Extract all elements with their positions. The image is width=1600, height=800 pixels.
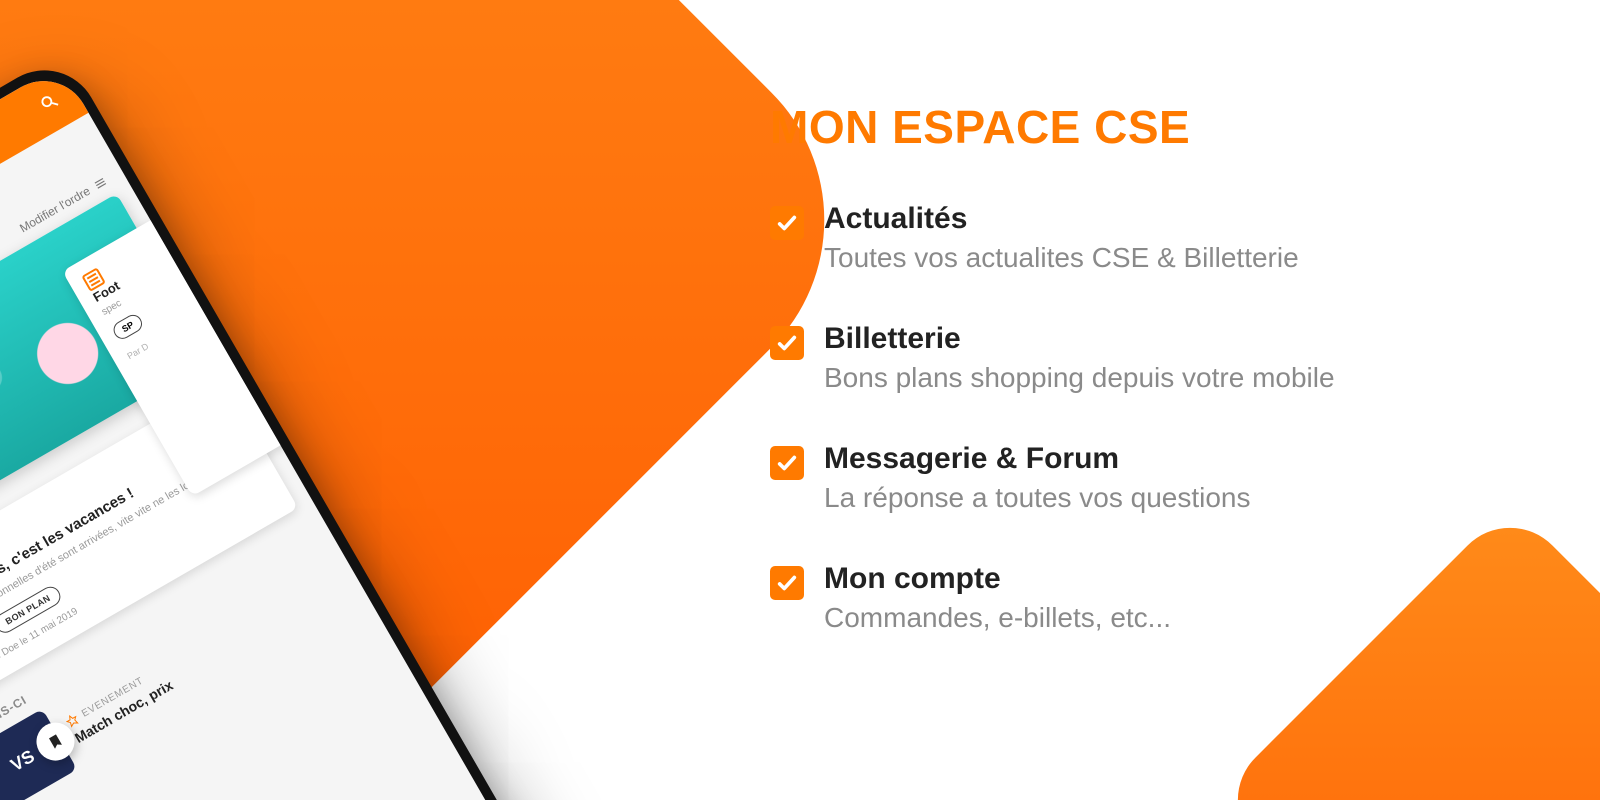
feature-title: Actualités bbox=[824, 202, 1299, 236]
feature-list: Actualités Toutes vos actualites CSE & B… bbox=[770, 202, 1335, 634]
feature-title: Messagerie & Forum bbox=[824, 442, 1251, 476]
feature-desc: La réponse a toutes vos questions bbox=[824, 482, 1251, 514]
feature-column: MON ESPACE CSE Actualités Toutes vos act… bbox=[770, 100, 1335, 682]
search-icon[interactable] bbox=[36, 89, 62, 116]
check-icon bbox=[770, 326, 804, 360]
feature-desc: Toutes vos actualites CSE & Billetterie bbox=[824, 242, 1299, 274]
feature-title: Billetterie bbox=[824, 322, 1335, 356]
check-icon bbox=[770, 206, 804, 240]
feature-desc: Commandes, e-billets, etc... bbox=[824, 602, 1171, 634]
reorder-icon bbox=[91, 174, 110, 193]
feature-item: Billetterie Bons plans shopping depuis v… bbox=[770, 322, 1335, 394]
feature-item: Mon compte Commandes, e-billets, etc... bbox=[770, 562, 1335, 634]
bookmark-icon bbox=[45, 731, 67, 753]
page-title: MON ESPACE CSE bbox=[770, 100, 1335, 154]
vs-label: VS bbox=[7, 746, 38, 776]
promo-stage: MON ESPACE CSE Actualités Toutes vos act… bbox=[0, 0, 1600, 800]
check-icon bbox=[770, 446, 804, 480]
feature-item: Messagerie & Forum La réponse a toutes v… bbox=[770, 442, 1335, 514]
feature-title: Mon compte bbox=[824, 562, 1171, 596]
feature-desc: Bons plans shopping depuis votre mobile bbox=[824, 362, 1335, 394]
check-icon bbox=[770, 566, 804, 600]
feature-item: Actualités Toutes vos actualites CSE & B… bbox=[770, 202, 1335, 274]
peek-byline: Par D bbox=[125, 307, 210, 362]
peek-badge: SP bbox=[110, 312, 145, 343]
